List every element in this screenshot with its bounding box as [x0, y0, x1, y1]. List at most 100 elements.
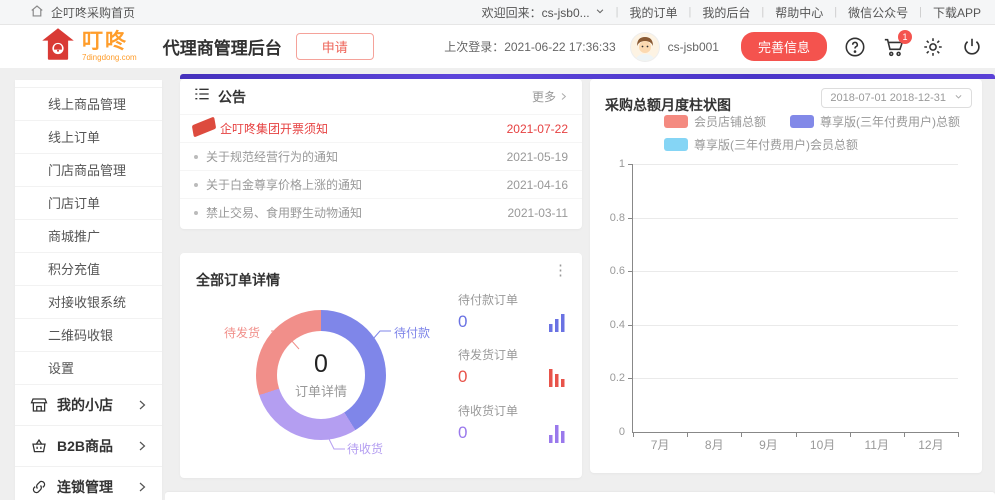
divider: |	[615, 6, 619, 18]
legend-swatch-member-store	[664, 115, 688, 128]
y-axis-label: 1	[618, 158, 625, 170]
welcome-dropdown[interactable]: 欢迎回来：cs-jsb0...	[482, 4, 605, 21]
more-label: 更多	[531, 90, 556, 104]
basket-icon	[30, 437, 48, 455]
sidebar-section-label: 我的小店	[57, 397, 113, 413]
legend-label: 尊享版(三年付费用户)总额	[820, 115, 961, 129]
donut-center: 0 订单详情	[277, 331, 365, 419]
announcement-text: 企叮咚集团开票须知	[220, 122, 329, 136]
cart-icon[interactable]: 1	[883, 29, 912, 58]
chevron-right-icon	[136, 440, 148, 452]
help-icon[interactable]	[844, 36, 866, 58]
announcement-date: 2021-07-22	[506, 121, 568, 136]
divider: |	[761, 6, 765, 18]
brand-name: 叮咚	[82, 30, 128, 53]
sidebar-item-settings[interactable]: 设置	[15, 352, 162, 385]
divider: |	[834, 6, 838, 18]
sidebar-section-my-shop[interactable]: 我的小店	[15, 385, 162, 426]
home-icon	[30, 4, 44, 21]
sidebar-item-points-recharge[interactable]: 积分充值	[15, 253, 162, 286]
apply-button[interactable]: 申请	[295, 33, 374, 60]
page-title: 代理商管理后台	[162, 39, 282, 58]
sidebar-item-clipped[interactable]	[15, 80, 162, 88]
y-axis-tick	[628, 271, 633, 273]
donut-label-pending-payment: 待付款	[394, 326, 431, 340]
topbar-link-help-center[interactable]: 帮助中心	[775, 4, 823, 21]
sidebar-item-store-products[interactable]: 门店商品管理	[15, 154, 162, 187]
purchase-chart-card: 采购总额月度柱状图 2018-07-01 2018-12-31 会员店铺总额 尊…	[590, 79, 982, 473]
sidebar-item-mall-promotion[interactable]: 商城推广	[15, 220, 162, 253]
announcements-header: 公告 更多	[180, 79, 582, 114]
y-axis-tick	[628, 217, 633, 219]
topbar-link-my-backend[interactable]: 我的后台	[702, 4, 750, 21]
gridline	[633, 217, 958, 219]
divider: |	[919, 6, 922, 18]
welcome-label: 欢迎回来：cs-jsb0...	[481, 5, 590, 20]
sidebar-section-label: 连锁管理	[57, 479, 113, 495]
x-axis-label: 10月	[809, 438, 836, 452]
bullet-dot	[194, 182, 198, 187]
chevron-right-icon	[136, 481, 148, 493]
mini-bar-chart-icon	[548, 312, 568, 332]
avatar[interactable]	[629, 31, 660, 62]
username: cs-jsb001	[667, 39, 719, 54]
gear-icon[interactable]	[922, 36, 944, 58]
chevron-right-icon	[136, 399, 148, 411]
announcement-item[interactable]: 关于规范经营行为的通知 2021-05-19	[180, 142, 582, 170]
date-range-select[interactable]: 2018-07-01 2018-12-31	[821, 88, 972, 108]
y-axis-label: 0.2	[609, 372, 625, 385]
announcements-more-link[interactable]: 更多	[532, 88, 568, 105]
sidebar-section-b2b-products[interactable]: B2B商品	[15, 426, 162, 467]
announcement-text: 关于白金尊享价格上涨的通知	[206, 178, 363, 192]
donut-label-pending-receipt: 待收货	[347, 442, 384, 456]
gridline	[633, 378, 958, 380]
chart-legend-row-1: 会员店铺总额 尊享版(三年付费用户)总额	[664, 113, 960, 130]
last-login-text: 上次登录：2021-06-22 17:36:33	[444, 40, 616, 54]
home-link-label: 企叮咚采购首页	[51, 5, 136, 20]
topbar-link-wechat[interactable]: 微信公众号	[848, 4, 908, 21]
sidebar-item-online-products[interactable]: 线上商品管理	[15, 88, 162, 121]
topbar-link-download-app[interactable]: 下载APP	[933, 4, 981, 21]
x-axis-label: 12月	[918, 438, 944, 452]
topbar-link-my-orders[interactable]: 我的订单	[629, 4, 677, 21]
date-range-value: 2018-07-01 2018-12-31	[830, 92, 946, 104]
sidebar-item-online-orders[interactable]: 线上订单	[15, 121, 162, 154]
kebab-menu-icon[interactable]: ⋮	[553, 263, 568, 278]
announcement-item[interactable]: 企叮咚集团开票须知 2021-07-22	[180, 114, 582, 142]
brand-logo-text: 叮咚 7dingdong.com	[82, 31, 137, 62]
stat-pending-shipment: 待发货订单 0	[458, 346, 568, 387]
brand-logo[interactable]: 叮咚 7dingdong.com	[40, 27, 137, 66]
donut-total-value: 0	[314, 350, 328, 378]
stat-label: 待发货订单	[458, 348, 519, 362]
y-axis-label: 0.8	[609, 211, 625, 224]
home-link[interactable]: 企叮咚采购首页	[30, 4, 135, 21]
sidebar-section-chain-management[interactable]: 连锁管理	[15, 467, 162, 500]
sidebar-item-store-orders[interactable]: 门店订单	[15, 187, 162, 220]
y-axis-label: 0	[618, 426, 625, 438]
legend-label: 会员店铺总额	[694, 115, 767, 129]
power-icon[interactable]	[961, 36, 983, 58]
chevron-down-icon	[954, 92, 963, 104]
brand-domain: 7dingdong.com	[82, 53, 137, 62]
list-icon	[194, 87, 210, 106]
sidebar-item-pos-integration[interactable]: 对接收银系统	[15, 286, 162, 319]
gridline	[633, 164, 958, 165]
stat-label: 待收货订单	[458, 404, 519, 418]
announcement-item[interactable]: 禁止交易、食用野生动物通知 2021-03-11	[180, 198, 582, 226]
stat-label: 待付款订单	[458, 293, 519, 307]
announcements-title: 公告	[218, 88, 246, 105]
y-axis-tick	[628, 164, 633, 165]
divider: |	[688, 6, 692, 18]
complete-info-button[interactable]: 完善信息	[740, 32, 827, 61]
announcement-date: 2021-03-11	[507, 205, 569, 220]
bullet-dot	[194, 154, 198, 159]
x-axis-label: 7月	[650, 438, 670, 452]
topbar-links: 欢迎回来：cs-jsb0... | 我的订单 | 我的后台 | 帮助中心 | 微…	[482, 4, 981, 21]
new-ribbon-icon	[191, 116, 217, 138]
sidebar-item-qrcode-pay[interactable]: 二维码收银	[15, 319, 162, 352]
sidebar-section-label: B2B商品	[57, 438, 114, 454]
stat-value: 0	[458, 367, 468, 386]
bar-chart-plot-area: 1 0.8 0.6 0.4 0.2 0 7月 8月 9月 10月 11月 12月	[610, 158, 959, 452]
announcement-item[interactable]: 关于白金尊享价格上涨的通知 2021-04-16	[180, 170, 582, 198]
chevron-down-icon	[595, 5, 605, 19]
